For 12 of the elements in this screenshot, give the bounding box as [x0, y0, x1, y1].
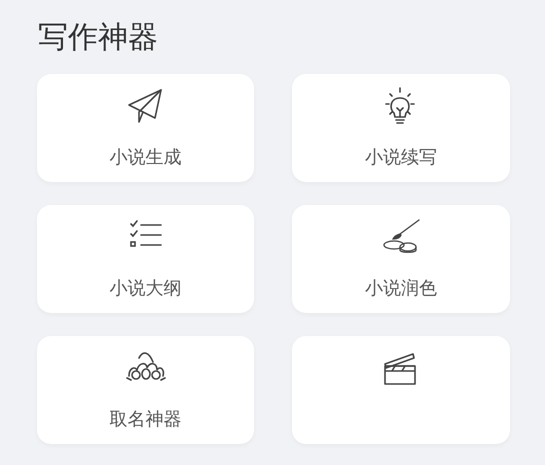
tool-card[interactable]: 小说润色	[292, 205, 510, 313]
tool-label: 小说生成	[110, 146, 182, 170]
tool-label: 小说大纲	[110, 277, 182, 301]
tool-card[interactable]: 小说续写	[292, 74, 510, 182]
tool-label: 小说润色	[365, 277, 437, 301]
tool-card[interactable]	[292, 336, 510, 444]
section-title: 写作神器	[38, 19, 159, 57]
tool-card[interactable]: 取名神器	[37, 336, 254, 444]
tool-card[interactable]: 小说生成	[37, 74, 254, 182]
tool-label: 取名神器	[110, 408, 182, 432]
tool-card[interactable]: 小说大纲	[37, 205, 254, 313]
tool-label: 小说续写	[365, 146, 437, 170]
